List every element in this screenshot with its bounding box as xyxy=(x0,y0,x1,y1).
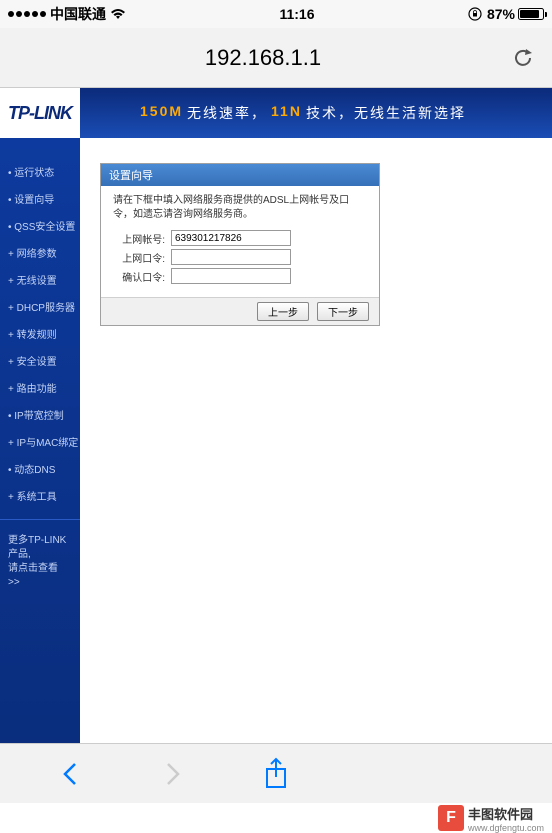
sidebar-item-ipmac[interactable]: + IP与MAC绑定 xyxy=(0,428,80,455)
sidebar-item-forward[interactable]: + 转发规则 xyxy=(0,320,80,347)
sidebar-item-bandwidth[interactable]: • IP带宽控制 xyxy=(0,401,80,428)
rotation-lock-icon xyxy=(468,7,482,21)
watermark-logo: F xyxy=(438,805,464,831)
router-sidebar: • 运行状态 • 设置向导 • QSS安全设置 + 网络参数 + 无线设置 + … xyxy=(0,138,80,764)
sidebar-item-wireless[interactable]: + 无线设置 xyxy=(0,266,80,293)
prev-button[interactable]: 上一步 xyxy=(257,302,309,321)
share-icon[interactable] xyxy=(263,757,289,791)
browser-address-bar[interactable]: 192.168.1.1 xyxy=(0,28,552,88)
sidebar-item-dhcp[interactable]: + DHCP服务器 xyxy=(0,293,80,320)
back-icon[interactable] xyxy=(61,760,81,788)
sidebar-item-ddns[interactable]: • 动态DNS xyxy=(0,455,80,482)
router-banner: TP-LINK 150M 无线速率， 11N 技术，无线生活新选择 xyxy=(0,88,552,138)
next-button[interactable]: 下一步 xyxy=(317,302,369,321)
confirm-label: 确认口令: xyxy=(113,269,171,284)
router-page: TP-LINK 150M 无线速率， 11N 技术，无线生活新选择 • 运行状态… xyxy=(0,88,552,764)
sidebar-item-routing[interactable]: + 路由功能 xyxy=(0,374,80,401)
sidebar-item-network[interactable]: + 网络参数 xyxy=(0,239,80,266)
setup-wizard-panel: 设置向导 请在下框中填入网络服务商提供的ADSL上网帐号及口令，如遗忘请咨询网络… xyxy=(100,163,380,326)
password-label: 上网口令: xyxy=(113,250,171,265)
confirm-input[interactable] xyxy=(171,268,291,284)
account-label: 上网帐号: xyxy=(113,231,171,246)
watermark-url: www.dgfengtu.com xyxy=(468,823,544,833)
password-input[interactable] xyxy=(171,249,291,265)
sidebar-item-security[interactable]: + 安全设置 xyxy=(0,347,80,374)
wizard-hint: 请在下框中填入网络服务商提供的ADSL上网帐号及口令，如遗忘请咨询网络服务商。 xyxy=(113,194,367,222)
banner-slogan: 150M 无线速率， 11N 技术，无线生活新选择 xyxy=(140,103,466,123)
carrier-label: 中国联通 xyxy=(50,4,106,24)
url-text[interactable]: 192.168.1.1 xyxy=(16,45,510,71)
reload-icon[interactable] xyxy=(510,45,536,71)
account-input[interactable] xyxy=(171,230,291,246)
forward-icon xyxy=(162,760,182,788)
sidebar-item-status[interactable]: • 运行状态 xyxy=(0,158,80,185)
sidebar-more-products[interactable]: 更多TP-LINK产品, 请点击查看 >> xyxy=(0,530,80,594)
ios-status-bar: 中国联通 11:16 87% xyxy=(0,0,552,28)
sidebar-item-system[interactable]: + 系统工具 xyxy=(0,482,80,509)
battery-percent: 87% xyxy=(487,6,515,22)
safari-toolbar xyxy=(0,743,552,803)
battery-icon xyxy=(518,8,544,20)
wifi-icon xyxy=(110,8,126,20)
sidebar-item-qss[interactable]: • QSS安全设置 xyxy=(0,212,80,239)
tplink-logo: TP-LINK xyxy=(0,88,80,138)
status-left: 中国联通 xyxy=(8,4,126,24)
wizard-title: 设置向导 xyxy=(101,164,379,186)
router-main-content: 设置向导 请在下框中填入网络服务商提供的ADSL上网帐号及口令，如遗忘请咨询网络… xyxy=(80,138,552,764)
watermark: F 丰图软件园 www.dgfengtu.com xyxy=(438,803,552,833)
sidebar-item-wizard[interactable]: • 设置向导 xyxy=(0,185,80,212)
signal-icon xyxy=(8,11,46,17)
status-time: 11:16 xyxy=(279,6,314,22)
status-right: 87% xyxy=(468,6,544,22)
watermark-title: 丰图软件园 xyxy=(468,804,544,823)
